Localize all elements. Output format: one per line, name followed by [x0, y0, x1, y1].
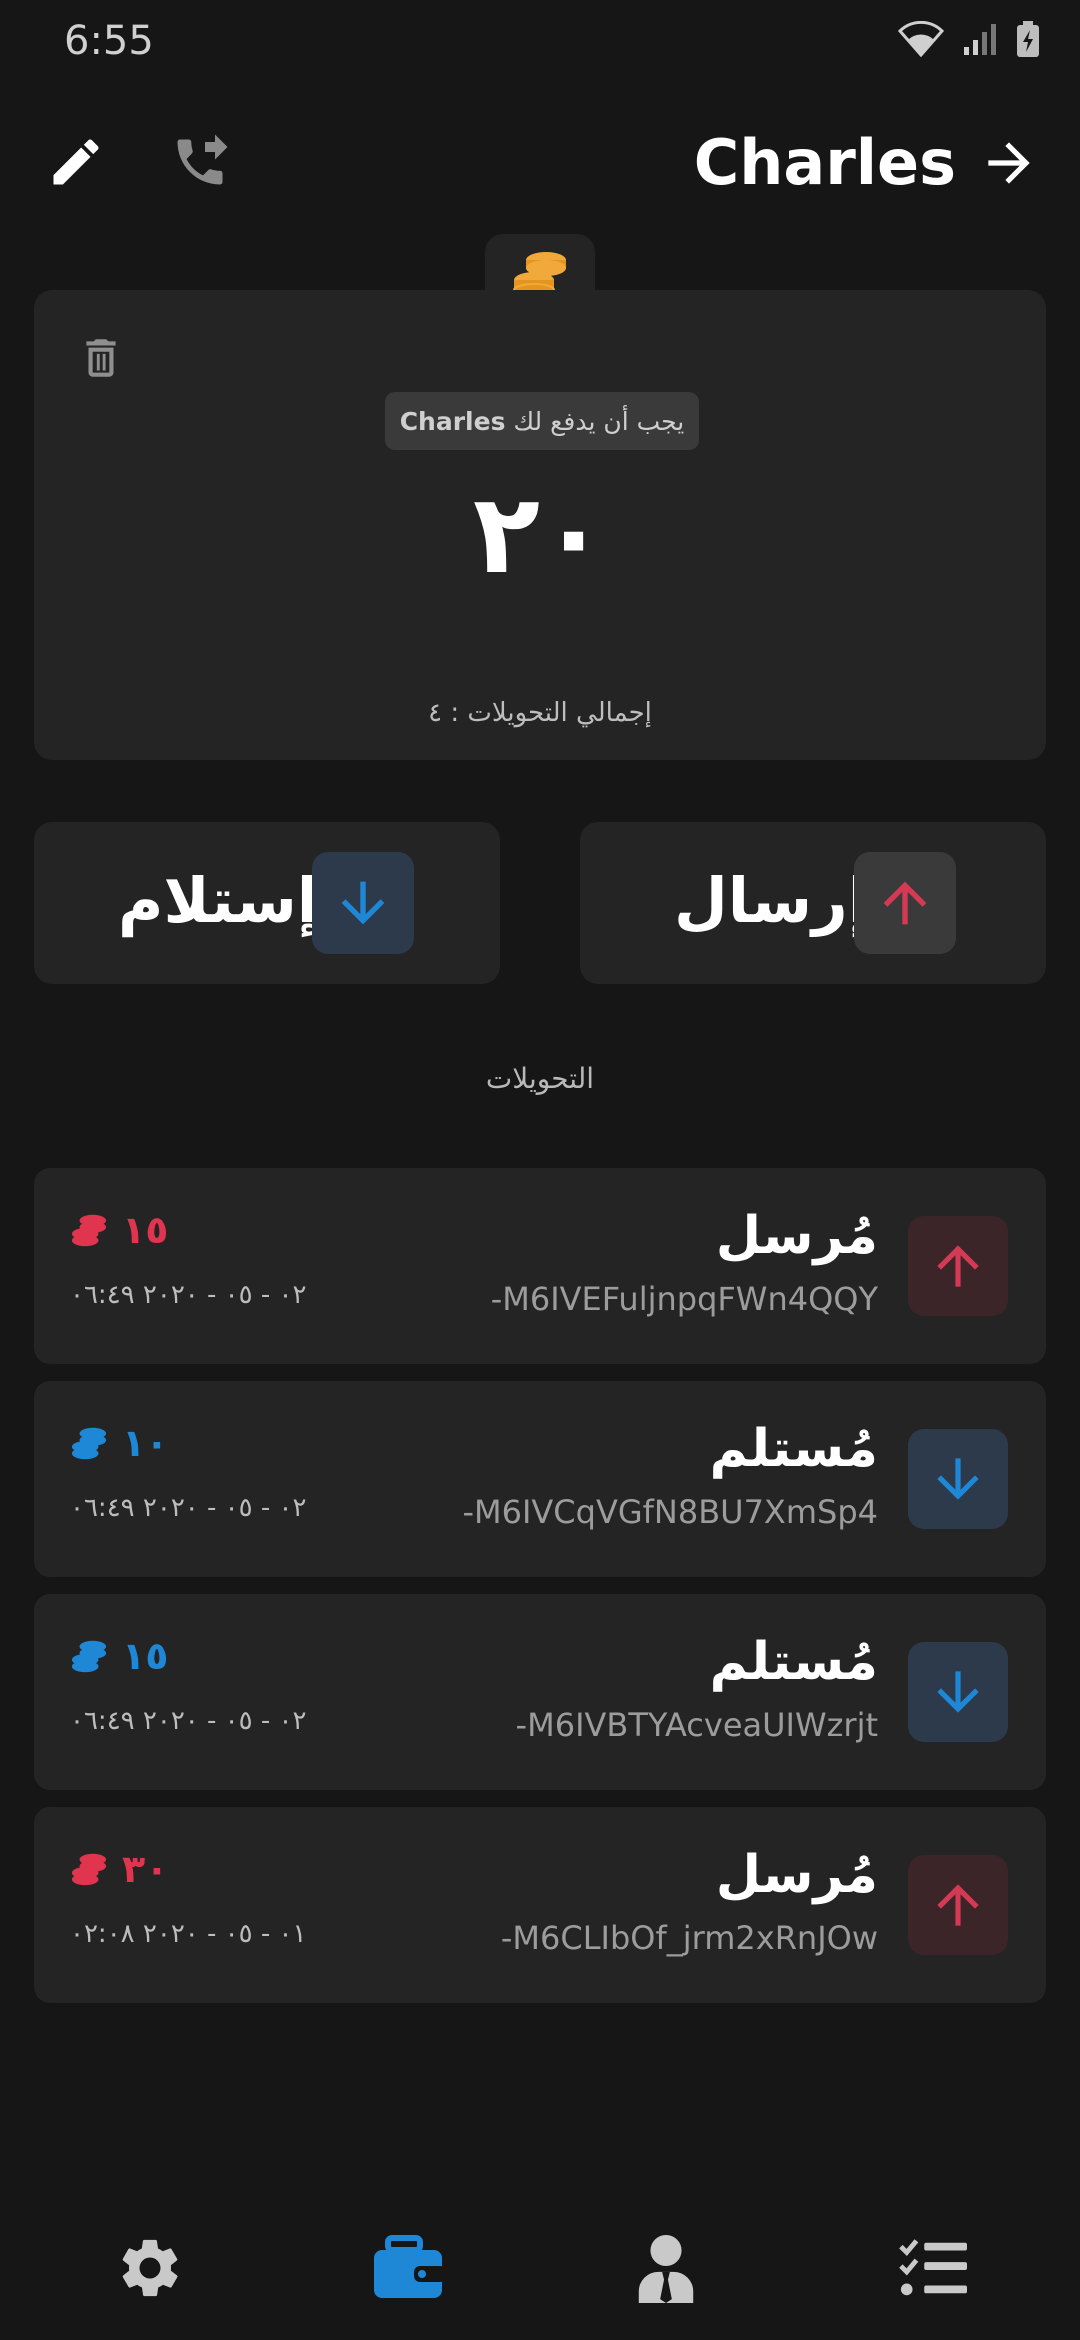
transaction-id: -M6IVBTYAcveaUIWzrjt: [515, 1706, 878, 1744]
edit-icon[interactable]: [46, 132, 106, 192]
transaction-date: ٠١ - ٠٥ - ٢٠٢٠ ٠٢:٠٨: [70, 1919, 307, 1949]
transaction-amount: ١٠: [70, 1421, 168, 1465]
settings-icon[interactable]: [110, 2228, 190, 2308]
transaction-type: مُستلم: [709, 1419, 878, 1479]
transaction-amount: ١٥: [70, 1634, 168, 1678]
owe-text: يجب أن يدفع لك: [513, 406, 685, 436]
transaction-date: ٠٢ - ٠٥ - ٢٠٢٠ ٠٦:٤٩: [70, 1280, 307, 1310]
arrow-down-icon: [908, 1429, 1008, 1529]
status-time: 6:55: [64, 18, 154, 64]
wallet-icon[interactable]: [368, 2228, 448, 2308]
coins-icon: [71, 1853, 107, 1886]
battery-icon: [1017, 21, 1039, 57]
transaction-id: -M6CLIbOf_jrm2xRnJOw: [500, 1919, 878, 1957]
transaction-amount-value: ٣٠: [122, 1847, 169, 1891]
arrow-up-icon: [854, 852, 956, 954]
delete-icon[interactable]: [76, 330, 126, 390]
status-bar: 6:55: [0, 0, 1080, 90]
header: Charles: [0, 120, 1080, 210]
transaction-date: ٠٢ - ٠٥ - ٢٠٢٠ ٠٦:٤٩: [70, 1706, 307, 1736]
send-button[interactable]: إرسال: [580, 822, 1046, 984]
transaction-amount-value: ١٥: [122, 1634, 169, 1678]
transaction-row[interactable]: مُستلم -M6IVBTYAcveaUIWzrjt ١٥ ٠٢ - ٠٥ -…: [34, 1594, 1046, 1790]
receive-label: إستلام: [118, 864, 319, 937]
transaction-id: -M6IVEFuljnpqFWn4QQY: [490, 1280, 878, 1318]
coins-icon: [71, 1427, 107, 1460]
transfers-section-title: التحويلات: [485, 1062, 595, 1095]
signal-icon: [964, 24, 996, 55]
arrow-up-icon: [908, 1855, 1008, 1955]
transaction-amount-value: ١٠: [122, 1421, 169, 1465]
wifi-icon: [898, 21, 944, 57]
bottom-nav: [0, 2210, 1080, 2320]
receive-button[interactable]: إستلام: [34, 822, 500, 984]
arrow-up-icon: [908, 1216, 1008, 1316]
coins-icon: [71, 1214, 107, 1247]
transaction-id: -M6IVCqVGfN8BU7XmSp4: [462, 1493, 878, 1531]
phone-forwarded-icon[interactable]: [170, 132, 230, 192]
transaction-row[interactable]: مُرسل -M6CLIbOf_jrm2xRnJOw ٣٠ ٠١ - ٠٥ - …: [34, 1807, 1046, 2003]
status-icons: [898, 20, 1040, 58]
arrow-down-icon: [312, 852, 414, 954]
checklist-icon[interactable]: [892, 2228, 972, 2308]
transaction-date: ٠٢ - ٠٥ - ٢٠٢٠ ٠٦:٤٩: [70, 1493, 307, 1523]
arrow-down-icon: [908, 1642, 1008, 1742]
transaction-amount: ٣٠: [70, 1847, 168, 1891]
transaction-type: مُرسل: [715, 1845, 878, 1905]
transaction-row[interactable]: مُرسل -M6IVEFuljnpqFWn4QQY ١٥ ٠٢ - ٠٥ - …: [34, 1168, 1046, 1364]
transaction-amount: ١٥: [70, 1208, 168, 1252]
owe-badge: Charles يجب أن يدفع لك: [385, 392, 699, 450]
balance-amount: ٢٠: [472, 470, 608, 598]
owe-name: Charles: [399, 406, 506, 436]
transaction-type: مُستلم: [709, 1632, 878, 1692]
contact-name: Charles: [693, 126, 956, 199]
transaction-type: مُرسل: [715, 1206, 878, 1266]
user-tie-icon[interactable]: [626, 2228, 706, 2308]
arrow-forward-icon[interactable]: [978, 132, 1040, 194]
coins-icon: [71, 1640, 107, 1673]
balance-card: Charles يجب أن يدفع لك ٢٠ إجمالي التحويل…: [34, 290, 1046, 760]
title-wrap[interactable]: Charles: [694, 126, 1040, 199]
transaction-row[interactable]: مُستلم -M6IVCqVGfN8BU7XmSp4 ١٠ ٠٢ - ٠٥ -…: [34, 1381, 1046, 1577]
total-transfers: إجمالي التحويلات : ٤: [428, 698, 652, 728]
send-label: إرسال: [674, 864, 869, 937]
transaction-amount-value: ١٥: [122, 1208, 169, 1252]
